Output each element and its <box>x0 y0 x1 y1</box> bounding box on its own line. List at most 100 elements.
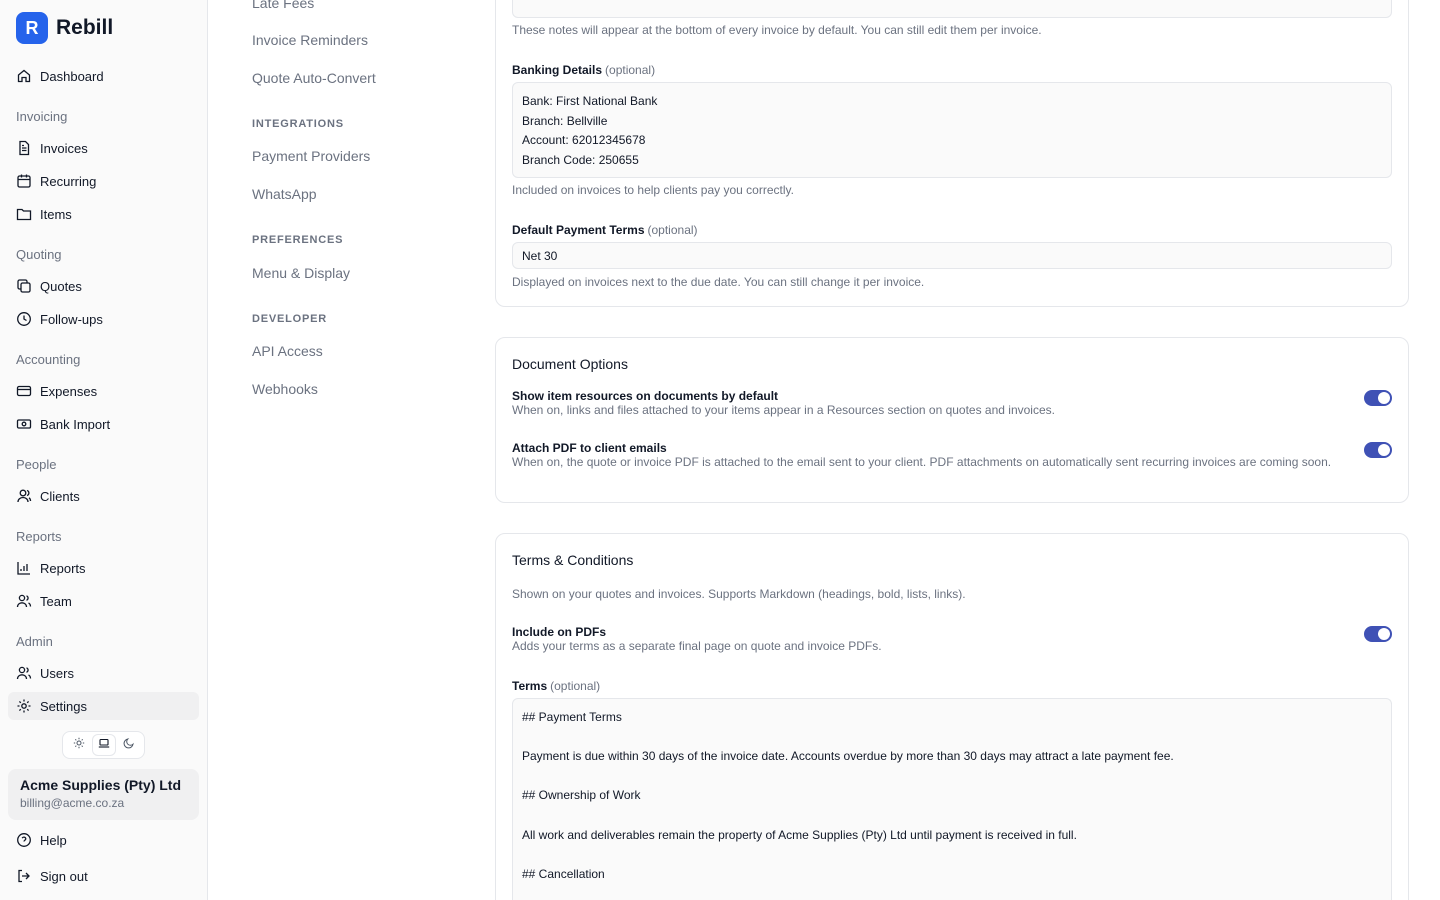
document-options-card <box>495 337 1409 503</box>
banking-details-label-text: Banking Details <box>512 63 603 77</box>
home-icon <box>16 68 32 84</box>
optional-tag: (optional) <box>647 223 698 237</box>
help-link[interactable]: Help <box>8 826 199 854</box>
optional-tag: (optional) <box>605 63 656 77</box>
sidebar-item-clients[interactable]: Clients <box>8 482 199 510</box>
theme-light-button[interactable] <box>68 735 90 755</box>
nav-group-people: People <box>16 457 57 472</box>
optional-tag: (optional) <box>550 679 601 693</box>
sidebar: R Rebill Dashboard Invoicing Invoices Re… <box>0 0 208 900</box>
sidebar-item-expenses[interactable]: Expenses <box>8 377 199 405</box>
theme-switch <box>62 731 145 759</box>
settings-nav-api-access[interactable]: API Access <box>252 343 323 359</box>
terms-conditions-subtitle: Shown on your quotes and invoices. Suppo… <box>512 587 966 601</box>
clock-icon <box>16 311 32 327</box>
settings-nav-heading-developer: DEVELOPER <box>252 313 328 325</box>
credit-card-icon <box>16 383 32 399</box>
nav-group-invoicing: Invoicing <box>16 109 68 124</box>
help-label: Help <box>40 832 67 848</box>
sidebar-item-users[interactable]: Users <box>8 659 199 687</box>
banking-details-label: Banking Details (optional) <box>512 63 655 77</box>
settings-nav-whatsapp[interactable]: WhatsApp <box>252 186 317 202</box>
sidebar-item-dashboard[interactable]: Dashboard <box>8 62 199 90</box>
users-icon <box>16 665 32 681</box>
theme-dark-button[interactable] <box>118 735 140 755</box>
sidebar-item-recurring[interactable]: Recurring <box>8 167 199 195</box>
gear-icon <box>16 698 32 714</box>
invoice-notes-field[interactable] <box>512 0 1392 18</box>
settings-nav-menu-display[interactable]: Menu & Display <box>252 265 350 281</box>
settings-nav-late-fees[interactable]: Late Fees <box>252 0 314 11</box>
user-icon <box>16 488 32 504</box>
sign-out-button[interactable]: Sign out <box>8 862 199 890</box>
show-resources-toggle[interactable] <box>1364 390 1392 406</box>
sidebar-item-label: Settings <box>40 698 87 714</box>
sidebar-item-followups[interactable]: Follow-ups <box>8 305 199 333</box>
terms-textarea[interactable]: ## Payment Terms Payment is due within 3… <box>512 698 1392 900</box>
sidebar-item-reports[interactable]: Reports <box>8 554 199 582</box>
sidebar-item-label: Users <box>40 665 74 681</box>
sidebar-item-quotes[interactable]: Quotes <box>8 272 199 300</box>
payment-terms-help: Displayed on invoices next to the due da… <box>512 275 925 289</box>
sidebar-item-label: Recurring <box>40 173 97 189</box>
document-icon <box>16 140 32 156</box>
laptop-icon <box>98 736 110 754</box>
calendar-icon <box>16 173 32 189</box>
banking-details-textarea[interactable]: Bank: First National Bank Branch: Bellvi… <box>512 82 1392 178</box>
sidebar-item-bank-import[interactable]: Bank Import <box>8 410 199 438</box>
moon-icon <box>123 736 135 754</box>
sidebar-item-label: Bank Import <box>40 416 111 432</box>
banknote-icon <box>16 416 32 432</box>
payment-terms-input[interactable]: Net 30 <box>512 242 1392 269</box>
sidebar-item-label: Invoices <box>40 140 88 156</box>
sun-icon <box>73 736 85 754</box>
account-email: billing@acme.co.za <box>20 796 125 810</box>
payment-terms-label-text: Default Payment Terms <box>512 223 645 237</box>
terms-label: Terms (optional) <box>512 679 600 693</box>
invoice-notes-help: These notes will appear at the bottom of… <box>512 23 1042 37</box>
attach-pdf-title: Attach PDF to client emails <box>512 441 667 455</box>
copy-icon <box>16 278 32 294</box>
nav-group-admin: Admin <box>16 634 53 649</box>
sidebar-item-items[interactable]: Items <box>8 200 199 228</box>
sidebar-item-label: Clients <box>40 488 80 504</box>
attach-pdf-toggle[interactable] <box>1364 442 1392 458</box>
theme-system-button[interactable] <box>92 735 115 755</box>
sidebar-item-label: Team <box>40 593 72 609</box>
sidebar-item-label: Items <box>40 206 72 222</box>
folder-icon <box>16 206 32 222</box>
nav-group-accounting: Accounting <box>16 352 81 367</box>
settings-nav-webhooks[interactable]: Webhooks <box>252 381 318 397</box>
settings-nav-payment-providers[interactable]: Payment Providers <box>252 148 370 164</box>
settings-nav-invoice-reminders[interactable]: Invoice Reminders <box>252 32 368 48</box>
terms-conditions-title: Terms & Conditions <box>512 552 634 568</box>
sidebar-item-label: Reports <box>40 560 86 576</box>
sidebar-item-team[interactable]: Team <box>8 587 199 615</box>
sidebar-item-label: Quotes <box>40 278 82 294</box>
include-on-pdfs-desc: Adds your terms as a separate final page… <box>512 639 882 653</box>
bar-chart-icon <box>16 560 32 576</box>
show-resources-desc: When on, links and files attached to you… <box>512 403 1055 417</box>
sidebar-item-label: Follow-ups <box>40 311 103 327</box>
settings-nav-quote-auto-convert[interactable]: Quote Auto-Convert <box>252 70 376 86</box>
sidebar-item-settings[interactable]: Settings <box>8 692 199 720</box>
sidebar-item-invoices[interactable]: Invoices <box>8 134 199 162</box>
brand-logo: R <box>16 12 48 44</box>
include-on-pdfs-toggle[interactable] <box>1364 626 1392 642</box>
brand-name: Rebill <box>56 16 114 39</box>
include-on-pdfs-title: Include on PDFs <box>512 625 607 639</box>
nav-group-quoting: Quoting <box>16 247 62 262</box>
log-out-icon <box>16 868 32 884</box>
brand[interactable]: R Rebill <box>16 12 113 44</box>
sign-out-label: Sign out <box>40 868 88 884</box>
banking-details-help: Included on invoices to help clients pay… <box>512 183 794 197</box>
sidebar-item-label: Dashboard <box>40 68 104 84</box>
help-circle-icon <box>16 832 32 848</box>
terms-label-text: Terms <box>512 679 548 693</box>
nav-group-reports: Reports <box>16 529 62 544</box>
account-card[interactable]: Acme Supplies (Pty) Ltd billing@acme.co.… <box>8 769 199 820</box>
settings-nav-heading-integrations: INTEGRATIONS <box>252 118 344 130</box>
payment-terms-label: Default Payment Terms (optional) <box>512 223 698 237</box>
account-name: Acme Supplies (Pty) Ltd <box>20 777 182 793</box>
settings-nav-heading-preferences: PREFERENCES <box>252 234 344 246</box>
